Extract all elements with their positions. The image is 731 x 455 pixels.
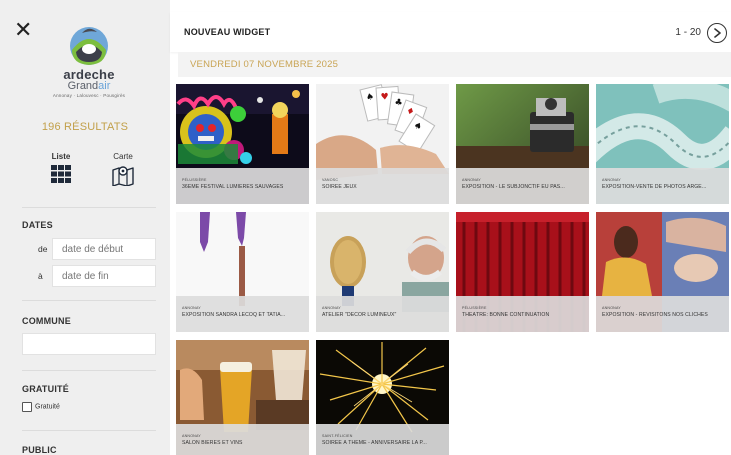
results-count: 196 RÉSULTATS bbox=[41, 121, 129, 133]
divider bbox=[22, 370, 156, 371]
card-caption: Annonay ATELIER "DÉCOR LUMINEUX" bbox=[316, 296, 449, 332]
card-category: Annonay bbox=[182, 434, 201, 438]
card-caption: Vanosc SOIRÉE JEUX bbox=[316, 168, 449, 204]
date-group-header: VENDREDI 07 NOVEMBRE 2025 bbox=[178, 52, 731, 77]
card-title: EXPOSITION-VENTE DE PHOTOS ARGE... bbox=[602, 184, 707, 190]
event-card[interactable]: Pélussière 36ÈME FESTIVAL LUMIÈRES SAUVA… bbox=[176, 84, 309, 204]
commune-input[interactable] bbox=[22, 333, 156, 355]
svg-text:♥: ♥ bbox=[380, 92, 389, 103]
next-page-button[interactable] bbox=[707, 23, 727, 43]
card-title: SALON BIÈRES ET VINS bbox=[182, 440, 243, 446]
event-card[interactable]: Pélussière THÉÂTRE: BONNE CONTINUATION bbox=[456, 212, 589, 332]
card-category: Annonay bbox=[322, 306, 341, 310]
gratuite-checkbox[interactable] bbox=[22, 402, 32, 412]
map-view-label: Carte bbox=[113, 152, 133, 161]
card-title: EXPOSITION - REVISITONS NOS CLICHÉS bbox=[602, 312, 708, 318]
card-caption: Annonay SALON BIÈRES ET VINS bbox=[176, 424, 309, 455]
logo-text-secondary: Grandair bbox=[46, 80, 132, 92]
event-card[interactable]: ♠ ♥ ♣ ♦ ♠ Vanosc SOIRÉE JEUX bbox=[316, 84, 449, 204]
card-category: Annonay bbox=[182, 306, 201, 310]
commune-title: COMMUNE bbox=[22, 316, 71, 326]
dates-title: DATES bbox=[22, 220, 53, 230]
logo-text-air: air bbox=[98, 80, 111, 92]
event-card[interactable]: Annonay EXPOSITION - REVISITONS NOS CLIC… bbox=[596, 212, 729, 332]
list-view-label: Liste bbox=[51, 152, 71, 161]
card-title: EXPOSITION SANDRA LECOQ ET TATIA... bbox=[182, 312, 286, 318]
logo-tagline: Annonay · Lalouvesc · Pousgirès bbox=[52, 93, 126, 98]
card-title: SOIRÉE À THÈME - ANNIVERSAIRE LA P... bbox=[322, 440, 427, 446]
results-header: NOUVEAU WIDGET 1 - 20 bbox=[170, 12, 731, 52]
event-card[interactable]: Annonay ATELIER "DÉCOR LUMINEUX" bbox=[316, 212, 449, 332]
logo-text-grand: Grand bbox=[67, 80, 99, 92]
date-to-row: à date de fin bbox=[22, 265, 156, 287]
svg-text:♣: ♣ bbox=[394, 98, 403, 109]
map-icon bbox=[112, 166, 134, 187]
card-caption: Annonay EXPOSITION - REVISITONS NOS CLIC… bbox=[596, 296, 729, 332]
card-caption: Annonay EXPOSITION-VENTE DE PHOTOS ARGE.… bbox=[596, 168, 729, 204]
card-category: Pélussière bbox=[462, 306, 487, 310]
card-category: Saint-Félicien bbox=[322, 434, 353, 438]
gratuite-title: GRATUITÉ bbox=[22, 384, 69, 394]
list-view-button[interactable]: Liste bbox=[36, 152, 86, 186]
card-caption: Pélussière 36ÈME FESTIVAL LUMIÈRES SAUVA… bbox=[176, 168, 309, 204]
logo-emblem-icon bbox=[70, 27, 108, 65]
date-to-label: à bbox=[38, 271, 43, 281]
widget-title: NOUVEAU WIDGET bbox=[184, 27, 271, 37]
card-category: Pélussière bbox=[182, 178, 207, 182]
filter-sidebar: ✕ ardeche Grandair Annonay · Lalouvesc ·… bbox=[0, 0, 170, 455]
card-category: Vanosc bbox=[322, 178, 339, 182]
card-title: EXPOSITION - LE SUBJONCTIF EU PAS... bbox=[462, 184, 565, 190]
card-category: Annonay bbox=[602, 306, 621, 310]
gratuite-checkbox-label: Gratuité bbox=[35, 403, 60, 411]
card-category: Annonay bbox=[462, 178, 481, 182]
date-from-input[interactable]: date de début bbox=[52, 238, 156, 260]
event-card[interactable]: Saint-Félicien SOIRÉE À THÈME - ANNIVERS… bbox=[316, 340, 449, 455]
event-card[interactable]: Annonay EXPOSITION-VENTE DE PHOTOS ARGE.… bbox=[596, 84, 729, 204]
card-category: Annonay bbox=[602, 178, 621, 182]
logo: ardeche Grandair Annonay · Lalouvesc · P… bbox=[46, 22, 132, 114]
close-icon[interactable]: ✕ bbox=[14, 20, 36, 42]
event-card[interactable]: Annonay SALON BIÈRES ET VINS bbox=[176, 340, 309, 455]
widget-page: ✕ ardeche Grandair Annonay · Lalouvesc ·… bbox=[0, 0, 731, 455]
card-title: ATELIER "DÉCOR LUMINEUX" bbox=[322, 312, 397, 318]
chevron-right-icon bbox=[714, 28, 721, 38]
date-to-input[interactable]: date de fin bbox=[52, 265, 156, 287]
card-caption: Pélussière THÉÂTRE: BONNE CONTINUATION bbox=[456, 296, 589, 332]
card-title: SOIRÉE JEUX bbox=[322, 184, 357, 190]
card-title: 36ÈME FESTIVAL LUMIÈRES SAUVAGES bbox=[182, 184, 284, 190]
card-caption: Annonay EXPOSITION - LE SUBJONCTIF EU PA… bbox=[456, 168, 589, 204]
map-view-button[interactable]: Carte bbox=[98, 152, 148, 188]
results-panel: NOUVEAU WIDGET 1 - 20 VENDREDI 07 NOVEMB… bbox=[170, 0, 731, 455]
grid-icon bbox=[51, 165, 71, 183]
date-from-label: de bbox=[38, 244, 48, 254]
card-title: THÉÂTRE: BONNE CONTINUATION bbox=[462, 312, 550, 318]
date-group-label: VENDREDI 07 NOVEMBRE 2025 bbox=[190, 59, 339, 70]
event-card[interactable]: Annonay EXPOSITION SANDRA LECOQ ET TATIA… bbox=[176, 212, 309, 332]
divider bbox=[22, 207, 156, 208]
divider bbox=[22, 430, 156, 431]
event-card[interactable]: Annonay EXPOSITION - LE SUBJONCTIF EU PA… bbox=[456, 84, 589, 204]
pagination-range: 1 - 20 bbox=[675, 27, 701, 38]
card-caption: Annonay EXPOSITION SANDRA LECOQ ET TATIA… bbox=[176, 296, 309, 332]
card-caption: Saint-Félicien SOIRÉE À THÈME - ANNIVERS… bbox=[316, 424, 449, 455]
public-title: PUBLIC bbox=[22, 445, 57, 455]
date-from-row: de date de début bbox=[22, 238, 156, 260]
divider bbox=[22, 300, 156, 301]
gratuite-checkbox-row[interactable]: Gratuité bbox=[22, 402, 60, 412]
